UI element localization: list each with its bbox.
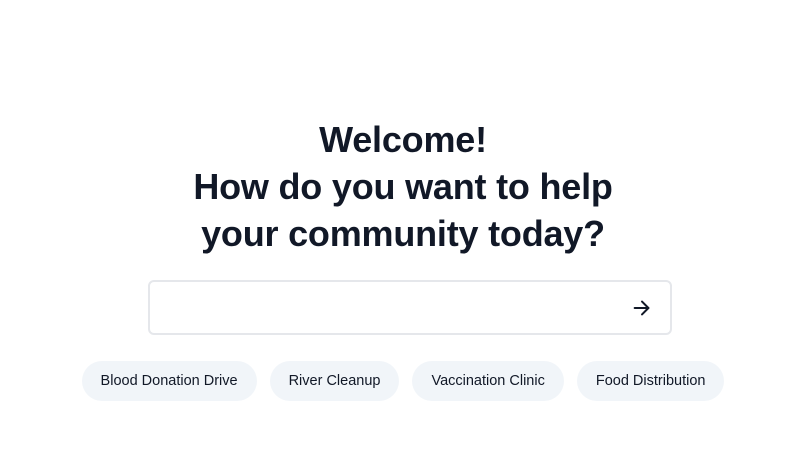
suggestion-chips: Blood Donation Drive River Cleanup Vacci… [0,361,806,401]
suggestion-chip-food-distribution[interactable]: Food Distribution [576,361,725,401]
search-box [148,280,672,335]
welcome-heading: Welcome! [319,119,487,160]
page-title: Welcome! How do you want to help your co… [0,116,806,257]
suggestion-chip-river-cleanup[interactable]: River Cleanup [269,361,400,401]
page: Welcome! How do you want to help your co… [0,0,806,465]
prompt-heading-line-1: How do you want to help [193,166,613,207]
submit-button[interactable] [626,292,658,324]
arrow-right-icon [633,300,650,316]
prompt-heading-line-2: your community today? [201,213,605,254]
search-input[interactable] [150,282,610,333]
suggestion-chip-vaccination-clinic[interactable]: Vaccination Clinic [412,361,564,401]
suggestion-chip-blood-donation-drive[interactable]: Blood Donation Drive [81,361,257,401]
